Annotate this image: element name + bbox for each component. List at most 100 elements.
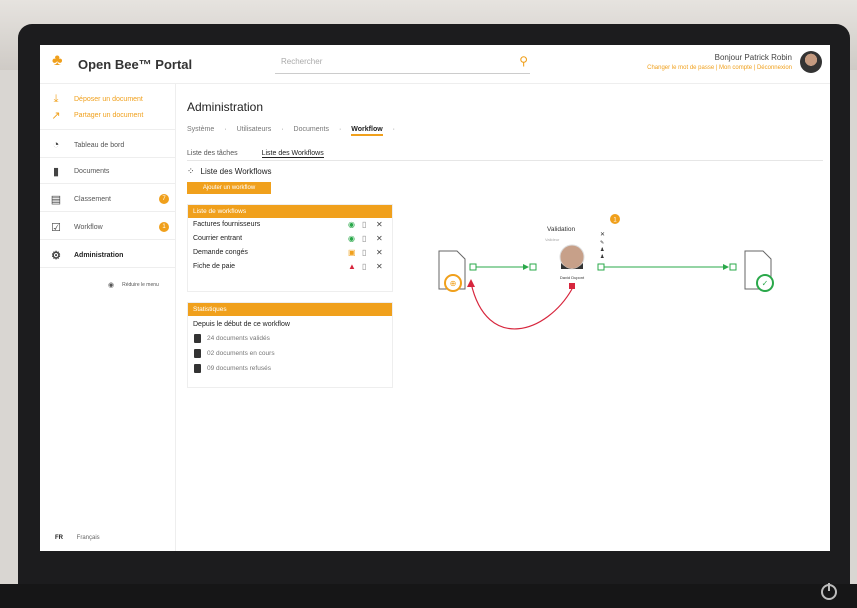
share-icon: ↗: [51, 109, 61, 122]
reject-node[interactable]: [569, 283, 575, 289]
collapse-menu-button[interactable]: ◉ Réduire le menu: [108, 281, 159, 289]
tab-workflow-list[interactable]: Liste des Workflows: [261, 150, 324, 158]
start-document-icon[interactable]: ⊕: [438, 250, 466, 292]
sidebar-item-classement[interactable]: ▤ Classement: [50, 191, 111, 207]
step-user-name: David Dupont: [560, 275, 585, 280]
connector-node[interactable]: [729, 263, 737, 271]
archive-icon: ▤: [50, 193, 62, 206]
workflow-diagram: ⊕ Validation 1 Valideur David Dupont ✕ ✎…: [438, 214, 774, 330]
list-item: 09 documents refusés: [188, 361, 392, 376]
workflow-network-icon: ⁘: [187, 166, 195, 176]
svg-text:✓: ✓: [762, 279, 769, 288]
nav-workflow[interactable]: Workflow: [351, 126, 383, 136]
connector-node[interactable]: [597, 263, 605, 271]
sidebar-item-workflow[interactable]: ☑ Workflow: [50, 219, 103, 235]
list-item: 02 documents en cours: [188, 346, 392, 361]
divider: [40, 211, 175, 212]
lang-label: Français: [76, 535, 100, 541]
sidebar-item-label: Tableau de bord: [74, 141, 125, 149]
statistics-panel: Statistiques Depuis le début de ce workf…: [187, 302, 393, 388]
classement-badge: 7: [159, 194, 169, 204]
edit-icon[interactable]: ▯: [362, 262, 366, 271]
pause-icon[interactable]: ▣: [348, 248, 356, 257]
nav-users[interactable]: Utilisateurs: [237, 126, 272, 136]
page-title: Administration: [187, 100, 264, 114]
user-avatar: [559, 244, 585, 270]
nav-documents[interactable]: Documents: [294, 126, 329, 136]
edit-icon[interactable]: ▯: [362, 234, 366, 243]
delete-icon[interactable]: ✕: [376, 262, 383, 271]
step-role: Valideur: [545, 237, 560, 242]
workflow-name: Demande congés: [193, 249, 248, 256]
document-icon: [194, 364, 201, 373]
account-links[interactable]: Changer le mot de passe | Mon compte | D…: [647, 65, 792, 71]
user-greeting: Bonjour Patrick Robin: [714, 53, 792, 62]
power-icon[interactable]: [821, 583, 837, 600]
workflow-name: Fiche de paie: [193, 263, 236, 270]
divider: [40, 267, 175, 268]
divider: [40, 183, 175, 184]
admin-nav: Système · Utilisateurs · Documents · Workfl…: [187, 126, 395, 136]
nav-sep: ·: [224, 126, 227, 133]
stat-label: 02 documents en cours: [207, 350, 275, 357]
end-document-icon[interactable]: ✓: [744, 250, 774, 292]
folder-icon: ▮: [52, 165, 60, 178]
app-header: ♣ Open Bee™ Portal Rechercher ⚲ Bonjour …: [40, 45, 830, 84]
list-item: 24 documents validés: [188, 331, 392, 346]
delete-icon[interactable]: ✕: [376, 234, 383, 243]
stats-title: Depuis le début de ce workflow: [193, 321, 290, 328]
divider: [40, 129, 175, 130]
table-row[interactable]: Demande congés ▣ ▯ ✕: [188, 246, 392, 260]
sidebar-item-dashboard[interactable]: ◔ Tableau de bord: [50, 137, 125, 153]
person-icon: ♟: [600, 254, 604, 260]
search-bar[interactable]: Rechercher ⚲: [275, 54, 530, 74]
arrowhead: [523, 264, 529, 270]
list-title-text: Liste des Workflows: [200, 167, 272, 176]
connector-node[interactable]: [469, 263, 477, 271]
section-title: ⁘ Liste des Workflows: [187, 166, 272, 177]
nav-system[interactable]: Système: [187, 126, 214, 136]
checkbox-icon: ☑: [51, 221, 61, 234]
play-icon[interactable]: ◉: [348, 220, 355, 229]
edit-icon[interactable]: ▯: [362, 220, 366, 229]
panel-header: Statistiques: [188, 303, 392, 316]
stat-label: 09 documents refusés: [207, 365, 271, 372]
nav-sep: ·: [281, 126, 284, 133]
warning-icon[interactable]: ▲: [348, 262, 356, 271]
edit-icon[interactable]: ▯: [362, 248, 366, 257]
sidebar-item-documents[interactable]: ▮ Documents: [50, 163, 109, 179]
delete-icon[interactable]: ✕: [376, 220, 383, 229]
main-content: Administration Système · Utilisateurs · Do…: [187, 83, 823, 551]
stat-label: 24 documents validés: [207, 335, 270, 342]
table-row[interactable]: Courrier entrant ◉ ▯ ✕: [188, 232, 392, 246]
delete-icon[interactable]: ✕: [376, 248, 383, 257]
sidebar-action-upload[interactable]: ⤓ Déposer un document: [50, 91, 143, 107]
add-workflow-button[interactable]: Ajouter un workflow: [187, 182, 271, 194]
sidebar-action-label: Déposer un document: [74, 95, 143, 103]
app-screen: ♣ Open Bee™ Portal Rechercher ⚲ Bonjour …: [40, 45, 830, 551]
sidebar-action-share[interactable]: ↗ Partager un document: [50, 107, 143, 123]
nav-sep: ·: [392, 126, 396, 133]
sidebar-item-administration[interactable]: ⚙ Administration: [50, 247, 123, 263]
table-row[interactable]: Fiche de paie ▲ ▯ ✕: [188, 260, 392, 274]
search-input[interactable]: Rechercher: [281, 57, 322, 66]
tab-task-list[interactable]: Liste des tâches: [187, 150, 238, 158]
panel-header: Liste de workflows: [188, 205, 392, 218]
connector-node[interactable]: [529, 263, 537, 271]
sidebar-item-label: Classement: [74, 195, 111, 203]
close-icon: ✕: [600, 232, 605, 238]
language-selector[interactable]: FR Français: [55, 535, 100, 541]
search-icon[interactable]: ⚲: [519, 54, 528, 68]
collapse-icon: ◉: [108, 282, 115, 289]
user-avatar[interactable]: [800, 51, 822, 73]
arrowhead: [723, 264, 729, 270]
workflow-badge: 1: [159, 222, 169, 232]
sidebar-item-label: Administration: [74, 251, 124, 259]
play-icon[interactable]: ◉: [348, 234, 355, 243]
validation-step[interactable]: Validation 1 Valideur David Dupont ✕ ✎ ♟…: [545, 214, 620, 280]
sidebar-item-label: Workflow: [74, 223, 103, 231]
table-row[interactable]: Factures fournisseurs ◉ ▯ ✕: [188, 218, 392, 232]
gauge-icon: ◔: [52, 139, 60, 151]
document-icon: [194, 334, 201, 343]
nav-sep: ·: [338, 126, 342, 133]
